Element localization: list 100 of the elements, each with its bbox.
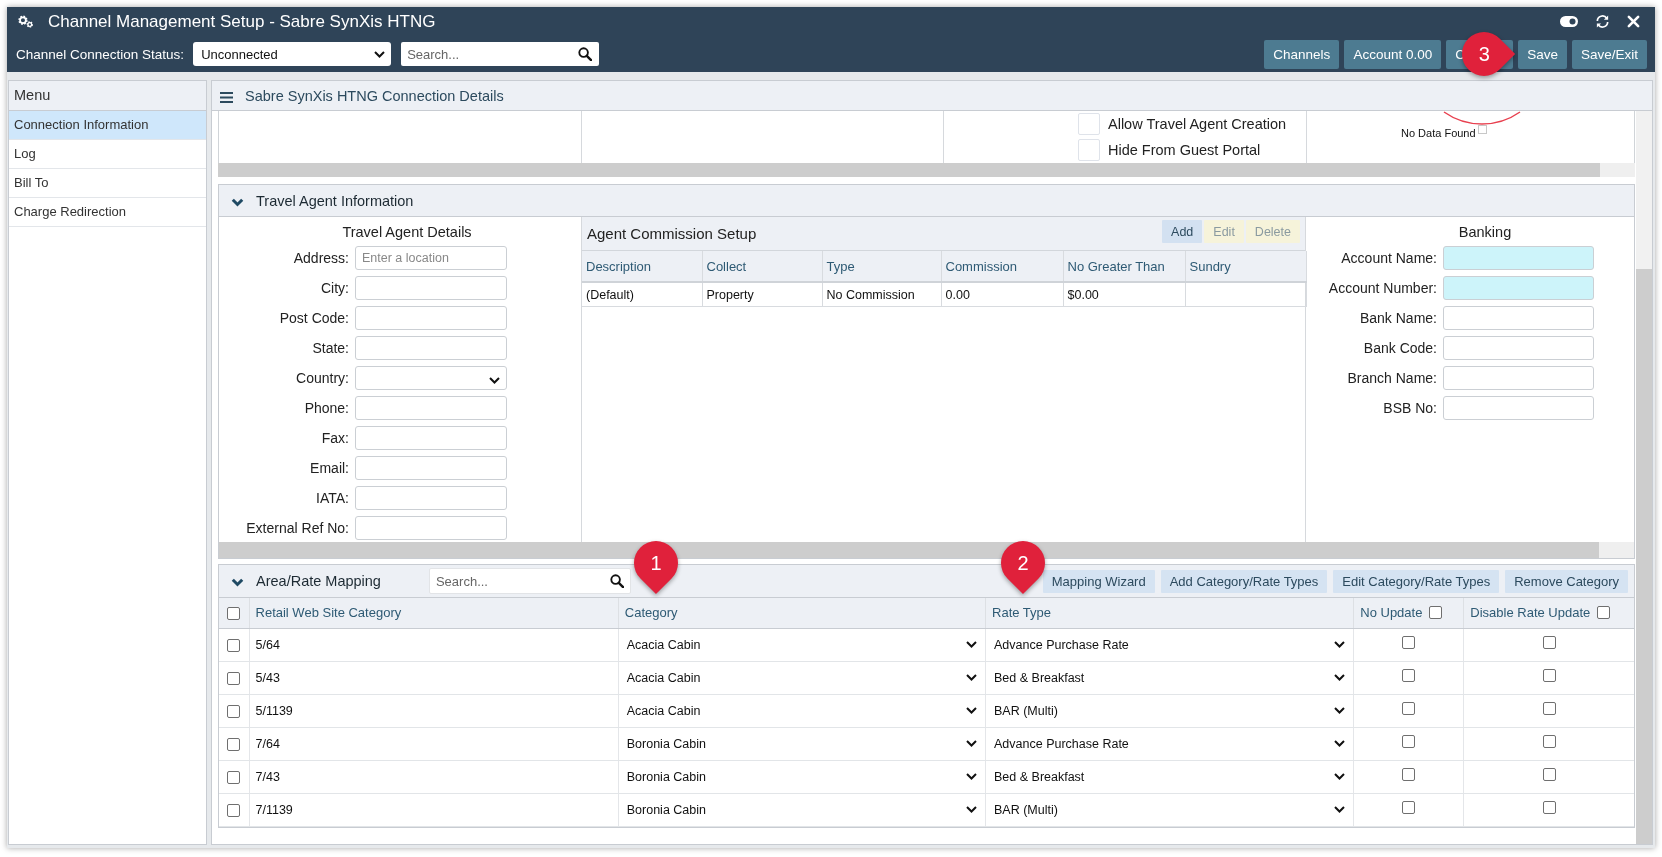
search-icon [609,574,624,588]
close-icon[interactable] [1627,15,1640,28]
field-label: Email: [309,460,349,476]
checkbox[interactable] [1402,701,1416,715]
checkbox[interactable] [227,671,241,685]
table-cell: 5/64 [255,637,280,652]
toolbar-button[interactable]: Account 0.00 [1344,39,1442,69]
search-icon [578,47,593,61]
action-button[interactable]: Mapping Wizard [1042,569,1155,593]
checkbox[interactable] [1429,606,1443,620]
field-label: Post Code: [278,310,349,326]
checkbox[interactable] [227,737,241,751]
chevron-down-icon [1334,740,1346,747]
search-field[interactable]: Search... [401,42,600,66]
input-field[interactable] [355,306,507,330]
input-field[interactable] [1443,276,1594,300]
dropdown-field[interactable] [355,366,507,390]
checkbox[interactable] [227,803,241,817]
gears-icon [17,15,34,28]
dropdown-field[interactable]: Boronia Cabin [624,736,979,751]
menu-item[interactable]: Log [9,140,206,169]
menu-item[interactable]: Bill To [9,169,206,198]
chevron-down-icon [966,707,977,714]
input-field[interactable] [1443,396,1594,420]
toggle-icon[interactable] [1560,16,1578,27]
section-title: Area/Rate Mapping [256,573,381,589]
input-field[interactable] [355,396,507,420]
action-button[interactable]: Remove Category [1505,569,1628,593]
toolbar-button[interactable]: Save [1518,39,1567,69]
dropdown-field[interactable]: Acacia Cabin [624,703,979,718]
checkbox[interactable] [1402,734,1416,748]
dropdown-field[interactable]: Advance Purchase Rate [992,637,1348,652]
checkbox[interactable] [1402,668,1416,682]
field-label: City: [320,280,349,296]
chevron-down-icon[interactable] [231,197,244,207]
checkbox[interactable] [1542,734,1556,748]
input-field[interactable] [355,456,507,480]
action-button[interactable]: Add Category/Rate Types [1160,569,1328,593]
chevron-down-icon[interactable] [231,578,244,587]
checkbox[interactable] [1542,800,1556,814]
checkbox[interactable] [1542,767,1556,781]
input-field[interactable] [355,426,507,450]
table-cell: No Commission [822,282,941,307]
dropdown-field[interactable]: Acacia Cabin [624,637,979,652]
dropdown-field[interactable]: Boronia Cabin [624,769,979,784]
checkbox[interactable] [227,770,241,784]
window-title: Channel Management Setup - Sabre SynXis HTNG [48,11,436,32]
horizontal-scrollbar[interactable] [219,542,1634,558]
checkbox[interactable] [227,638,241,652]
checkbox[interactable] [227,607,241,621]
input-field[interactable] [355,516,507,540]
input-field[interactable] [1443,336,1594,360]
dropdown-field[interactable]: Advance Purchase Rate [992,736,1348,751]
input-field[interactable]: Enter a location [355,246,507,270]
commission-title: Agent Commission Setup [587,225,757,242]
menu-item[interactable]: Connection Information [9,111,206,140]
menu-icon[interactable] [220,91,233,103]
legend-swatch-icon [1477,125,1487,134]
column-header: Disable Rate Update [1470,605,1591,621]
horizontal-scrollbar[interactable] [218,163,1635,177]
dropdown-field[interactable]: Boronia Cabin [624,802,979,817]
checkbox[interactable] [1402,800,1416,814]
action-button[interactable]: Add [1162,220,1203,243]
field-label: Bank Name: [1358,310,1437,326]
checkbox[interactable] [1542,635,1556,649]
field-label: Address: [292,250,349,266]
chevron-down-icon [1334,707,1346,714]
refresh-icon[interactable] [1595,14,1610,29]
checkbox[interactable] [1597,606,1611,620]
menu-item[interactable]: Charge Redirection [9,198,206,227]
input-field[interactable] [355,336,507,360]
column-header: Commission [941,251,1063,282]
chevron-down-icon [966,641,977,648]
dropdown-field[interactable]: Bed & Breakfast [992,769,1348,784]
field-label: IATA: [315,490,349,506]
toolbar-button[interactable]: Channels [1264,39,1340,69]
checkbox[interactable] [1542,668,1556,682]
input-field[interactable] [1443,306,1594,330]
status-dropdown[interactable]: Unconnected [193,42,392,66]
checkbox[interactable] [227,704,241,718]
checkbox[interactable] [1402,635,1416,649]
field-label: Fax: [320,430,349,446]
table-cell: 7/64 [255,736,280,751]
input-field[interactable] [355,486,507,510]
dropdown-field[interactable]: BAR (Multi) [992,703,1348,718]
table-cell: Property [702,282,822,307]
column-header: Retail Web Site Category [255,605,402,621]
toolbar-button[interactable]: Save/Exit [1571,39,1647,69]
dropdown-field[interactable]: Acacia Cabin [624,670,979,685]
option-label: Hide From Guest Portal [1108,141,1261,158]
vertical-scrollbar[interactable] [1636,111,1652,844]
input-field[interactable] [1443,366,1594,390]
input-field[interactable] [1443,246,1594,270]
dropdown-field[interactable]: BAR (Multi) [992,802,1348,817]
checkbox[interactable] [1542,701,1556,715]
checkbox[interactable] [1402,767,1416,781]
dropdown-field[interactable]: Bed & Breakfast [992,670,1348,685]
action-button[interactable]: Edit Category/Rate Types [1333,569,1500,593]
input-field[interactable] [355,276,507,300]
search-field[interactable]: Search... [428,568,631,594]
